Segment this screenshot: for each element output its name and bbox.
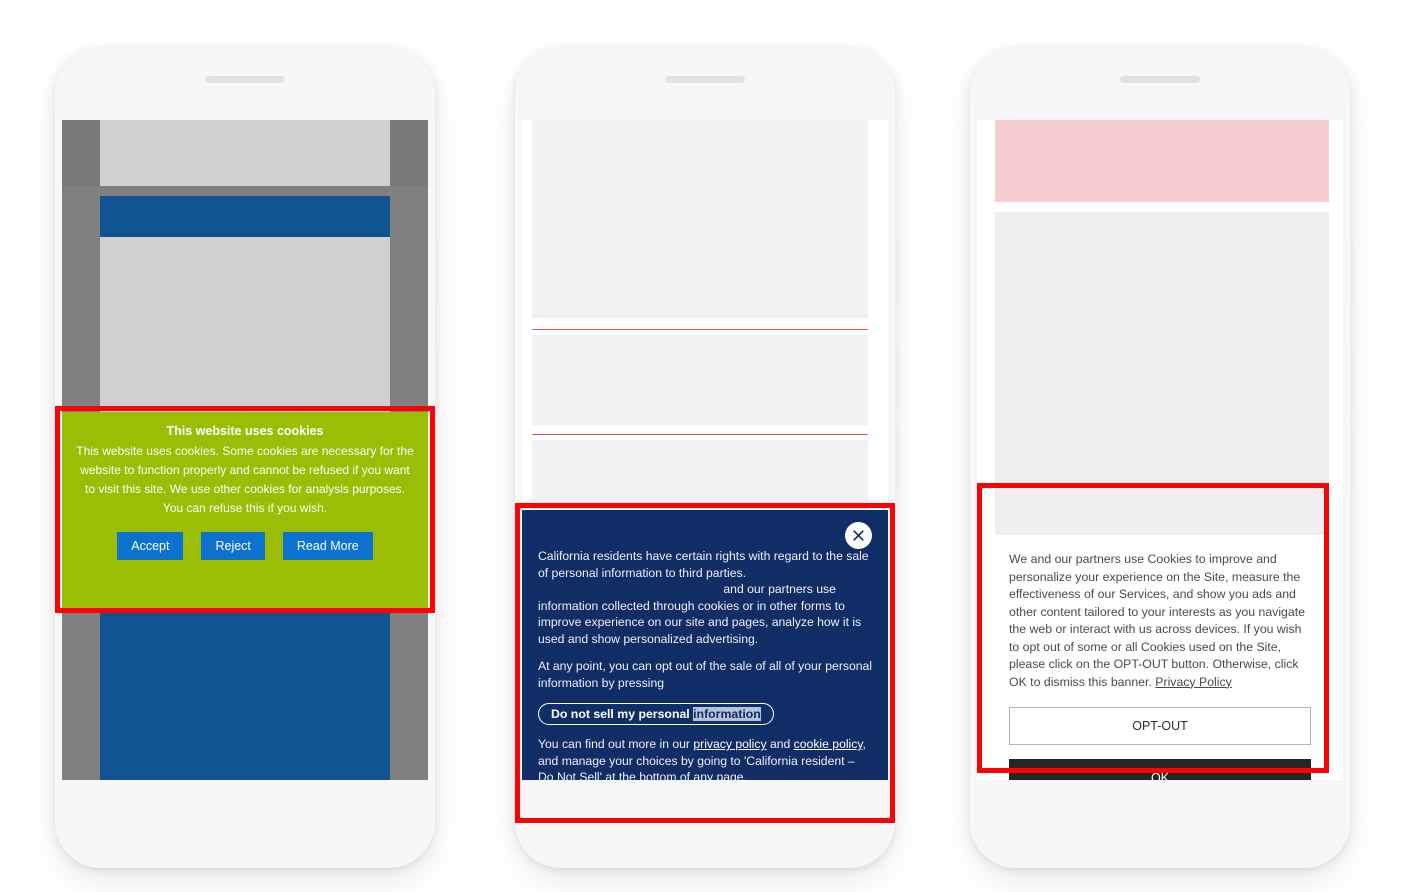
page-body-block xyxy=(100,237,390,417)
phone-side-button[interactable] xyxy=(895,348,899,410)
phone-mockup-three: We and our partners use Cookies to impro… xyxy=(970,48,1354,868)
page-content-block xyxy=(532,120,868,318)
screenshot-stage: This website uses cookies This website u… xyxy=(0,0,1404,892)
phone-side-button[interactable] xyxy=(895,428,899,490)
phone-side-button[interactable] xyxy=(435,348,439,410)
phone-mockup-one: This website uses cookies This website u… xyxy=(55,48,439,868)
phone-side-button[interactable] xyxy=(435,243,439,305)
page-footer-block xyxy=(100,600,390,780)
phone-side-button[interactable] xyxy=(895,243,899,305)
phone-side-button[interactable] xyxy=(1350,428,1354,490)
phone-side-button[interactable] xyxy=(1350,348,1354,410)
highlight-outline-green-banner xyxy=(55,406,435,613)
page-divider-rule xyxy=(532,434,868,435)
phone-speaker-icon xyxy=(1120,76,1200,83)
phone-speaker-icon xyxy=(205,76,285,83)
phone-speaker-icon xyxy=(665,76,745,83)
page-hero-block xyxy=(995,120,1329,202)
phone-mockup-two: California residents have certain rights… xyxy=(515,48,899,868)
page-content-block xyxy=(532,335,868,425)
highlight-outline-white-banner xyxy=(977,483,1329,773)
page-divider-rule xyxy=(532,329,868,330)
highlight-outline-navy-banner xyxy=(515,503,895,823)
phone-side-button[interactable] xyxy=(1350,243,1354,305)
page-hero-block xyxy=(100,120,390,186)
